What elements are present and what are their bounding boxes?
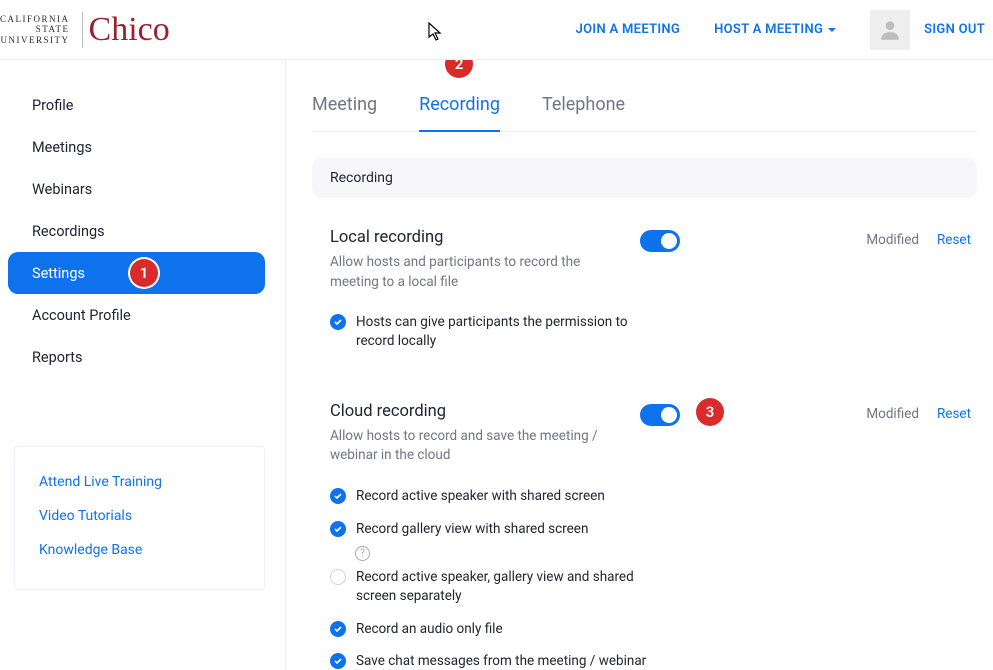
reset-link[interactable]: Reset — [937, 406, 971, 422]
toggle-local-recording[interactable] — [640, 230, 680, 252]
modified-label: Modified — [866, 406, 919, 422]
sidebar-item-meetings[interactable]: Meetings — [8, 126, 265, 168]
sidebar-item-reports[interactable]: Reports — [8, 336, 265, 378]
option-label: Record active speaker with shared screen — [356, 487, 605, 506]
setting-title: Cloud recording — [330, 402, 624, 421]
logo-text-chico: Chico — [89, 11, 170, 49]
sidebar-item-profile[interactable]: Profile — [8, 84, 265, 126]
tab-recording[interactable]: Recording 2 — [419, 84, 500, 131]
mouse-cursor-icon — [428, 22, 444, 46]
sign-out-link[interactable]: SIGN OUT — [924, 22, 985, 37]
sidebar-item-settings[interactable]: Settings 1 — [8, 252, 265, 294]
logo-text-csu: CALIFORNIA STATE UNIVERSITY — [0, 14, 76, 45]
checkbox-checked-icon — [330, 488, 346, 504]
option-record-gallery-view[interactable]: Record gallery view with shared screen — [330, 513, 670, 541]
setting-title: Local recording — [330, 228, 624, 247]
option-label: Record an audio only file — [356, 620, 503, 639]
settings-tabs: Meeting Recording 2 Telephone — [312, 84, 977, 132]
tab-meeting[interactable]: Meeting — [312, 84, 377, 131]
avatar[interactable] — [870, 10, 910, 50]
help-icon[interactable]: ? — [355, 546, 370, 561]
sidebar-item-label: Profile — [32, 97, 73, 114]
tab-telephone[interactable]: Telephone — [542, 84, 625, 131]
support-link-video-tutorials[interactable]: Video Tutorials — [39, 499, 244, 533]
sidebar-item-label: Account Profile — [32, 307, 131, 324]
option-record-separately[interactable]: Record active speaker, gallery view and … — [312, 561, 652, 613]
sidebar-item-webinars[interactable]: Webinars — [8, 168, 265, 210]
checkbox-checked-icon — [330, 314, 346, 330]
option-label: Save chat messages from the meeting / we… — [356, 652, 646, 670]
setting-description: Allow hosts and participants to record t… — [330, 253, 624, 292]
annotation-bubble-2: 2 — [445, 60, 473, 78]
sidebar-item-label: Webinars — [32, 181, 92, 198]
option-record-active-speaker[interactable]: Record active speaker with shared screen — [312, 480, 652, 513]
option-hosts-give-permission[interactable]: Hosts can give participants the permissi… — [312, 306, 652, 358]
brand-logo: CALIFORNIA STATE UNIVERSITY Chico — [0, 11, 170, 49]
host-meeting-dropdown[interactable]: HOST A MEETING — [714, 22, 836, 37]
annotation-bubble-1: 1 — [130, 259, 158, 287]
option-label: Record active speaker, gallery view and … — [356, 568, 652, 606]
checkbox-checked-icon — [330, 653, 346, 669]
toggle-cloud-recording[interactable] — [640, 404, 680, 426]
sidebar-item-recordings[interactable]: Recordings — [8, 210, 265, 252]
checkbox-checked-icon — [330, 521, 346, 537]
person-icon — [877, 17, 903, 43]
setting-local-recording: Local recording Allow hosts and particip… — [312, 198, 977, 306]
support-link-live-training[interactable]: Attend Live Training — [39, 465, 244, 499]
section-header-recording: Recording — [312, 158, 977, 198]
sidebar-item-label: Reports — [32, 349, 83, 366]
main-content: Meeting Recording 2 Telephone Recording … — [286, 60, 993, 670]
reset-link[interactable]: Reset — [937, 232, 971, 248]
logo-divider — [82, 12, 83, 48]
sidebar-item-label: Recordings — [32, 223, 105, 240]
option-record-audio-only[interactable]: Record an audio only file — [312, 613, 652, 646]
sidebar-item-label: Meetings — [32, 139, 92, 156]
modified-label: Modified — [866, 232, 919, 248]
checkbox-unchecked-icon — [330, 569, 346, 585]
join-meeting-link[interactable]: JOIN A MEETING — [576, 22, 680, 37]
option-label: Hosts can give participants the permissi… — [356, 313, 652, 351]
option-label: Record gallery view with shared screen — [356, 520, 588, 539]
setting-cloud-recording: Cloud recording Allow hosts to record an… — [312, 372, 977, 480]
checkbox-checked-icon — [330, 621, 346, 637]
annotation-bubble-3: 3 — [696, 398, 724, 426]
option-save-chat[interactable]: Save chat messages from the meeting / we… — [312, 645, 652, 670]
support-link-knowledge-base[interactable]: Knowledge Base — [39, 533, 244, 567]
setting-description: Allow hosts to record and save the meeti… — [330, 427, 624, 466]
tab-label: Recording — [419, 94, 500, 115]
sidebar-item-account-profile[interactable]: Account Profile — [8, 294, 265, 336]
sidebar: Profile Meetings Webinars Recordings Set… — [0, 60, 286, 670]
support-links-box: Attend Live Training Video Tutorials Kno… — [14, 446, 265, 590]
sidebar-item-label: Settings — [32, 265, 85, 282]
app-header: CALIFORNIA STATE UNIVERSITY Chico JOIN A… — [0, 0, 993, 60]
